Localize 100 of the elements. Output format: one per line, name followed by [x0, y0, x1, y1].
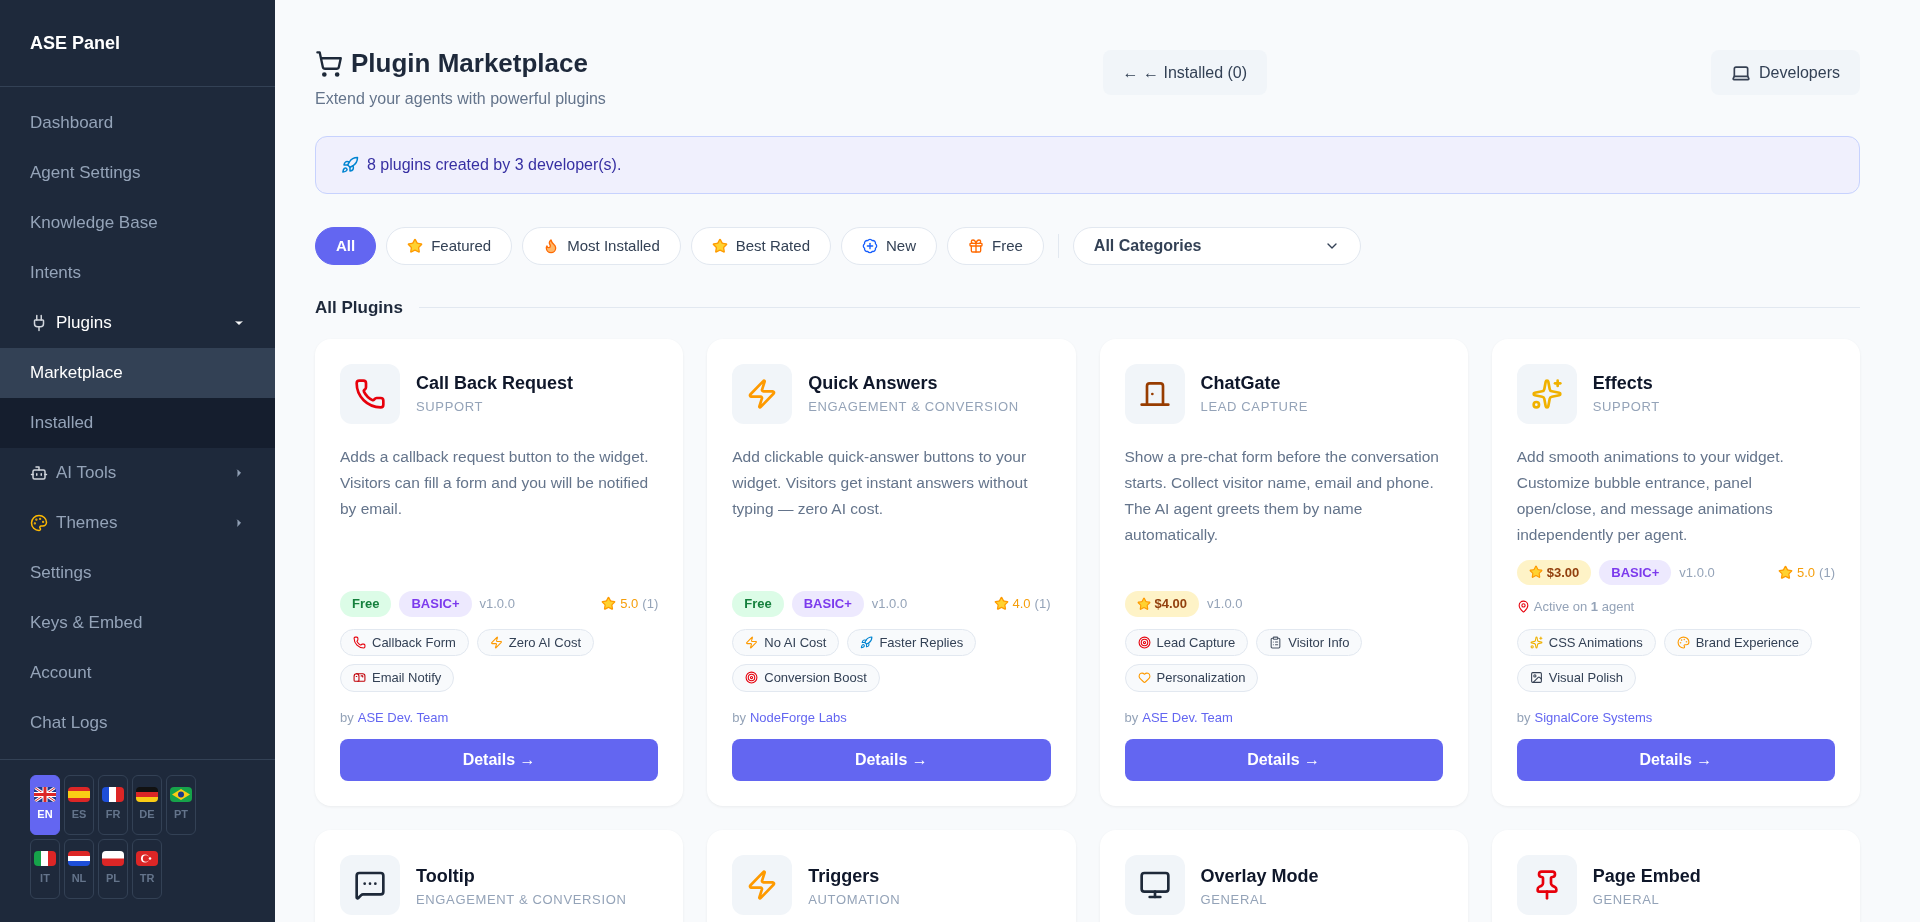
sidebar-item[interactable]: Account [0, 648, 275, 698]
filter-chip[interactable]: Best Rated [690, 227, 831, 265]
cart-icon [315, 49, 343, 78]
sidebar-item[interactable]: Chat Logs [0, 698, 275, 748]
feature-tag: No AI Cost [732, 628, 840, 656]
target-icon [1137, 635, 1151, 649]
flag-icon [34, 787, 56, 803]
installed-button[interactable]: ← ← Installed (0) [1102, 50, 1268, 95]
lightning-icon [745, 635, 759, 649]
star-icon [407, 238, 424, 254]
flag-icon [68, 851, 90, 867]
clipboard-icon [1269, 635, 1283, 649]
plugin-category: GENERAL [1592, 891, 1661, 909]
sidebar-item[interactable]: Dashboard [0, 98, 275, 148]
author-link[interactable]: NodeForge Labs [750, 707, 847, 727]
plugin-title: Effects [1592, 372, 1654, 396]
sidebar-item[interactable]: Keys & Embed [0, 598, 275, 648]
by-label: by [1516, 708, 1531, 727]
language-button[interactable]: FR [98, 775, 128, 835]
plugin-category: SUPPORT [416, 398, 485, 417]
author-link[interactable]: ASE Dev. Team [1142, 707, 1233, 727]
sparkles-icon [1530, 377, 1563, 410]
flag-icon [136, 851, 158, 867]
filter-chip[interactable]: Most Installed [522, 227, 681, 265]
star-icon [1136, 596, 1151, 611]
banner-text: 8 plugins created by 3 developer(s). [367, 155, 622, 175]
target-icon [745, 671, 759, 685]
review-count: (1) [1819, 563, 1835, 582]
phone-icon [353, 635, 366, 649]
language-button[interactable]: PT [166, 775, 196, 835]
flag-icon [68, 787, 90, 803]
tier-badge: BASIC+ [791, 591, 864, 617]
feature-tag: Email Notify [340, 664, 455, 692]
author-link[interactable]: ASE Dev. Team [357, 707, 449, 727]
details-button[interactable]: Details → [732, 739, 1051, 781]
plugin-category: SUPPORT [1592, 398, 1660, 417]
sidebar-item[interactable]: Themes [0, 498, 275, 548]
feature-tag: Personalization [1124, 664, 1259, 692]
flag-icon [34, 851, 56, 867]
category-select[interactable]: All Categories [1072, 227, 1361, 265]
details-button[interactable]: Details → [340, 739, 659, 781]
version-label: v1.0.0 [871, 595, 908, 613]
sidebar-item[interactable]: Settings [0, 548, 275, 598]
filter-chip[interactable]: Featured [386, 227, 513, 265]
sidebar-item[interactable]: Marketplace [0, 348, 275, 398]
language-button[interactable]: DE [132, 775, 162, 835]
details-button[interactable]: Details → [1124, 739, 1443, 781]
section-title: All Plugins [315, 297, 403, 319]
developers-button[interactable]: Developers [1711, 50, 1860, 95]
app-title: ASE Panel [30, 31, 121, 55]
phone-icon [354, 377, 386, 410]
plugin-category: ENGAGEMENT & CONVERSION [416, 891, 627, 909]
rating-value: 5.0 [1797, 563, 1816, 582]
review-count: (1) [1034, 595, 1051, 613]
language-button[interactable]: ES [64, 775, 94, 835]
sparkles-icon [1529, 635, 1543, 649]
language-button[interactable]: PL [98, 839, 128, 899]
star-icon [1528, 565, 1543, 580]
language-button[interactable]: EN [30, 775, 60, 835]
language-button[interactable]: NL [64, 839, 94, 899]
sidebar-item[interactable]: Intents [0, 248, 275, 298]
robot-icon [30, 464, 48, 482]
details-button[interactable]: Details → [1516, 739, 1835, 781]
language-button[interactable]: IT [30, 839, 60, 899]
version-label: v1.0.0 [479, 595, 515, 613]
plugin-title: ChatGate [1200, 372, 1282, 396]
version-label: v1.0.0 [1207, 595, 1243, 613]
sidebar-item[interactable]: Installed [0, 398, 275, 448]
star-icon [711, 238, 728, 254]
feature-tag: Visual Polish [1516, 664, 1636, 692]
active-agents-note: Active on 1 agent [1533, 598, 1635, 616]
plugin-title: Page Embed [1592, 865, 1701, 888]
sidebar-item[interactable]: Agent Settings [0, 148, 275, 198]
filter-chip[interactable]: All [315, 227, 377, 265]
star-icon [993, 596, 1009, 612]
filter-chip[interactable]: Free [947, 227, 1044, 265]
review-count: (1) [642, 595, 659, 613]
sidebar-item[interactable]: AI Tools [0, 448, 275, 498]
by-label: by [340, 708, 354, 727]
sidebar-item[interactable]: Knowledge Base [0, 198, 275, 248]
sidebar-item[interactable]: Plugins [0, 298, 275, 348]
language-button[interactable]: TR [132, 839, 162, 899]
price-badge: $3.00 [1516, 559, 1592, 585]
feature-tag: Lead Capture [1124, 628, 1249, 656]
tier-badge: BASIC+ [1599, 559, 1672, 585]
by-label: by [1124, 708, 1139, 727]
feature-tag: Callback Form [340, 628, 469, 656]
plugin-category: LEAD CAPTURE [1200, 398, 1308, 417]
page-title: Plugin Marketplace [351, 47, 588, 80]
filter-chip[interactable]: New [841, 227, 937, 265]
plugin-category: GENERAL [1200, 891, 1269, 909]
page-subtitle: Extend your agents with powerful plugins [315, 89, 607, 109]
by-label: by [732, 708, 746, 727]
palette-icon [1676, 635, 1690, 649]
lightning-icon [489, 635, 503, 649]
plugin-title: Triggers [808, 865, 881, 888]
flag-icon [170, 787, 192, 803]
author-link[interactable]: SignalCore Systems [1534, 707, 1653, 727]
rating-value: 5.0 [620, 595, 639, 613]
rocket-icon [860, 635, 874, 649]
